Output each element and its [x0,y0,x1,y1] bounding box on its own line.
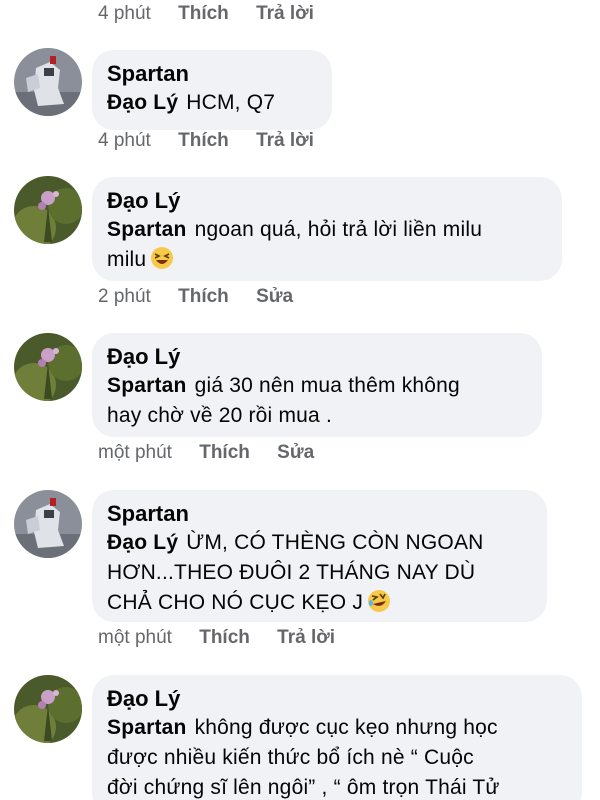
reply-button[interactable]: Trả lời [256,130,314,151]
like-button[interactable]: Thích [199,627,250,648]
reply-button[interactable]: Trả lời [277,627,335,648]
like-button[interactable]: Thích [178,130,229,151]
comment-bubble: Đạo Lý Spartan giá 30 nên mua thêm không h… [92,333,542,437]
comment-line: giá 30 nên mua thêm không [194,374,460,397]
comment-actions: một phút Thích Sửa [98,441,336,465]
comment-author[interactable]: Đạo Lý [107,187,544,215]
comment-line: HƠN...THEO ĐUÔI 2 THÁNG NAY DÙ [107,561,476,584]
comment-actions: 4 phút Thích Trả lời [98,2,336,26]
avatar[interactable] [14,176,82,244]
comment-author[interactable]: Spartan [107,60,314,88]
comment-line: HCM, Q7 [186,91,276,114]
comment-actions: 2 phút Thích Sửa [98,285,315,309]
comment-text: Đạo Lý HCM, Q7 [107,88,314,118]
avatar[interactable] [14,490,82,558]
avatar[interactable] [14,48,82,116]
comment-time[interactable]: một phút [98,442,172,463]
edit-button[interactable]: Sửa [277,442,314,463]
comment-line: ỪM, CÓ THÈNG CÒN NGOAN [186,531,484,554]
comment-line: đời chứng sĩ lên ngôi” , “ ôm trọn Thái … [107,776,500,799]
comment-line: không được cục kẹo nhưng học [194,716,498,739]
comment-bubble: Đạo Lý Spartan không được cục kẹo nhưng h… [92,675,582,800]
comment-line: CHẢ CHO NÓ CỤC KẸO J [107,591,364,614]
like-button[interactable]: Thích [199,442,250,463]
comment-actions: một phút Thích Trả lời [98,626,357,650]
reply-button[interactable]: Trả lời [256,3,314,24]
comment-author[interactable]: Đạo Lý [107,685,564,713]
comment-text: Spartan giá 30 nên mua thêm không hay chờ … [107,371,524,431]
comment-bubble: Spartan Đạo Lý ỪM, CÓ THÈNG CÒN NGOAN HƠN.… [92,490,547,622]
like-button[interactable]: Thích [178,286,229,307]
comment-time[interactable]: một phút [98,627,172,648]
edit-button[interactable]: Sửa [256,286,293,307]
comment-bubble: Spartan Đạo Lý HCM, Q7 [92,50,332,130]
mention-tag[interactable]: Đạo Lý [107,531,178,554]
comment-actions: 4 phút Thích Trả lời [98,129,336,153]
comment-text: Đạo Lý ỪM, CÓ THÈNG CÒN NGOAN HƠN...THEO Đ… [107,528,529,618]
comment-time[interactable]: 2 phút [98,286,151,307]
comment-time[interactable]: 4 phút [98,130,151,151]
rofl-emoji [367,589,391,613]
mention-tag[interactable]: Đạo Lý [107,91,178,114]
comment-feed: 4 phút Thích Trả lời Spartan Đạo Lý HCM, … [0,0,600,800]
comment-bubble: Đạo Lý Spartan ngoan quá, hỏi trả lời liề… [92,177,562,281]
laughing-emoji [150,246,174,270]
comment-time[interactable]: 4 phút [98,3,151,24]
like-button[interactable]: Thích [178,3,229,24]
comment-line: ngoan quá, hỏi trả lời liền milu [194,218,483,241]
avatar[interactable] [14,675,82,743]
mention-tag[interactable]: Spartan [107,374,187,397]
comment-line: milu [107,248,147,271]
comment-line: được nhiều kiến thức bổ ích nè “ Cuộc [107,746,474,769]
comment-line: hay chờ về 20 rồi mua . [107,404,332,427]
comment-author[interactable]: Spartan [107,500,529,528]
mention-tag[interactable]: Spartan [107,716,187,739]
avatar[interactable] [14,333,82,401]
mention-tag[interactable]: Spartan [107,218,187,241]
comment-text: Spartan không được cục kẹo nhưng học được … [107,713,564,800]
comment-author[interactable]: Đạo Lý [107,343,524,371]
comment-text: Spartan ngoan quá, hỏi trả lời liền milu m… [107,215,544,275]
